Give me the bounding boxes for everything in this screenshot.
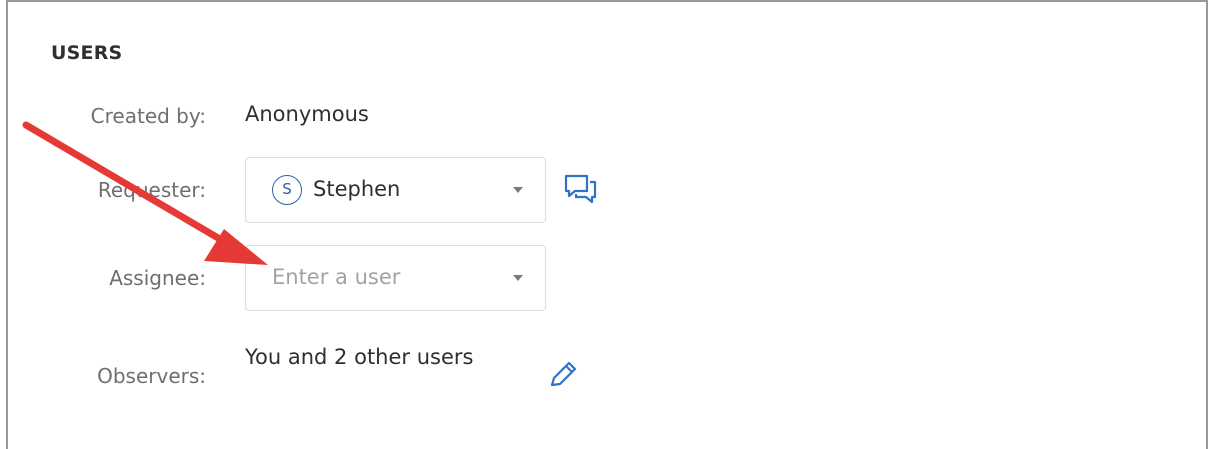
assignee-placeholder: Enter a user — [272, 265, 401, 289]
section-title: USERS — [51, 42, 123, 64]
assignee-label: Assignee: — [109, 266, 206, 290]
screen: USERS Created by: Anonymous Requester: S… — [0, 0, 1215, 449]
observers-label: Observers: — [97, 364, 206, 388]
requester-value: Stephen — [313, 177, 401, 201]
chat-icon[interactable] — [561, 172, 601, 206]
observers-value: You and 2 other users — [245, 345, 474, 369]
chevron-down-icon[interactable] — [513, 187, 523, 193]
requester-select[interactable]: S Stephen — [245, 157, 546, 223]
assignee-select[interactable]: Enter a user — [245, 245, 546, 311]
chevron-down-icon[interactable] — [513, 275, 523, 281]
created-by-value: Anonymous — [245, 102, 369, 126]
pencil-icon[interactable] — [546, 358, 580, 392]
created-by-label: Created by: — [90, 104, 206, 128]
requester-label: Requester: — [97, 178, 206, 202]
requester-avatar: S — [272, 175, 302, 205]
